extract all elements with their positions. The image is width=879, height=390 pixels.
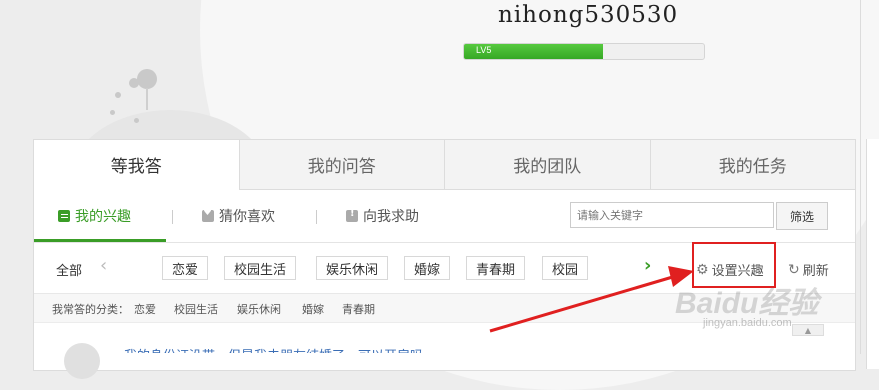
chevron-right-icon[interactable]: › (644, 255, 651, 276)
collapse-up-button[interactable]: ▲ (792, 324, 824, 336)
question-title-link[interactable]: 我的身份证没带，但是我去朋友结婚了，可以开房吗 (124, 345, 423, 353)
interest-tag[interactable]: 娱乐休闲 (316, 256, 389, 280)
decor-tree-crown-small (129, 78, 139, 88)
interest-tag[interactable]: 恋爱 (162, 256, 209, 280)
subnav-my-interests[interactable]: 我的兴趣 (58, 206, 131, 226)
tab-my-tasks[interactable]: 我的任务 (649, 140, 855, 190)
background-divider (860, 0, 861, 354)
common-category-link[interactable]: 校园生活 (174, 301, 218, 317)
decor-dot (134, 118, 139, 123)
help-icon (346, 208, 358, 222)
filter-button[interactable]: 筛选 (776, 202, 828, 230)
common-category-link[interactable]: 青春期 (342, 301, 375, 317)
refresh-button[interactable]: ↻ 刷新 (788, 260, 829, 280)
main-tabs: 等我答 我的问答 我的团队 我的任务 (34, 140, 855, 190)
interest-subnav: 我的兴趣 猜你喜欢 向我求助 筛选 (34, 190, 855, 243)
right-sidebar-edge (866, 139, 879, 369)
subnav-help-requests[interactable]: 向我求助 (346, 206, 419, 226)
common-category-link[interactable]: 恋爱 (134, 301, 156, 317)
watermark-logo: Baidu经验 (675, 287, 819, 320)
divider (316, 210, 317, 224)
decor-tree-stem (146, 88, 148, 110)
tab-my-team[interactable]: 我的团队 (444, 140, 650, 190)
keyword-search-input[interactable] (570, 202, 774, 228)
chevron-left-icon[interactable]: ‹ (100, 255, 107, 276)
refresh-icon: ↻ (788, 261, 800, 278)
active-subnav-underline (34, 239, 166, 242)
username: nihong530530 (498, 2, 679, 28)
decor-tree-crown (137, 69, 157, 89)
decor-dot (110, 110, 115, 115)
watermark-url: jingyan.baidu.com (703, 317, 792, 329)
subnav-guess-you-like[interactable]: 猜你喜欢 (202, 206, 275, 226)
interest-tag[interactable]: 校园 (542, 256, 589, 280)
interest-tag[interactable]: 校园生活 (224, 256, 297, 280)
common-categories-label: 我常答的分类： (52, 303, 129, 316)
interest-tag[interactable]: 婚嫁 (404, 256, 451, 280)
subnav-label: 我的兴趣 (75, 209, 131, 225)
divider (172, 210, 173, 224)
refresh-label: 刷新 (802, 264, 829, 279)
subnav-label: 向我求助 (363, 209, 419, 225)
decor-dot (115, 92, 121, 98)
common-category-link[interactable]: 婚嫁 (302, 301, 324, 317)
question-list-item: 我的身份证没带，但是我去朋友结婚了，可以开房吗 ▲ (34, 323, 855, 379)
interest-tag[interactable]: 青春期 (466, 256, 526, 280)
common-category-link[interactable]: 娱乐休闲 (237, 301, 281, 317)
tab-my-qa[interactable]: 我的问答 (238, 140, 444, 190)
heart-icon (202, 207, 214, 222)
level-label: LV5 (476, 45, 492, 55)
tab-waiting-answer[interactable]: 等我答 (34, 140, 239, 190)
avatar (64, 343, 100, 379)
all-categories-label[interactable]: 全部 (56, 260, 82, 279)
subnav-label: 猜你喜欢 (219, 209, 275, 225)
level-progress-bar: LV5 (463, 43, 705, 60)
list-icon (58, 210, 70, 222)
